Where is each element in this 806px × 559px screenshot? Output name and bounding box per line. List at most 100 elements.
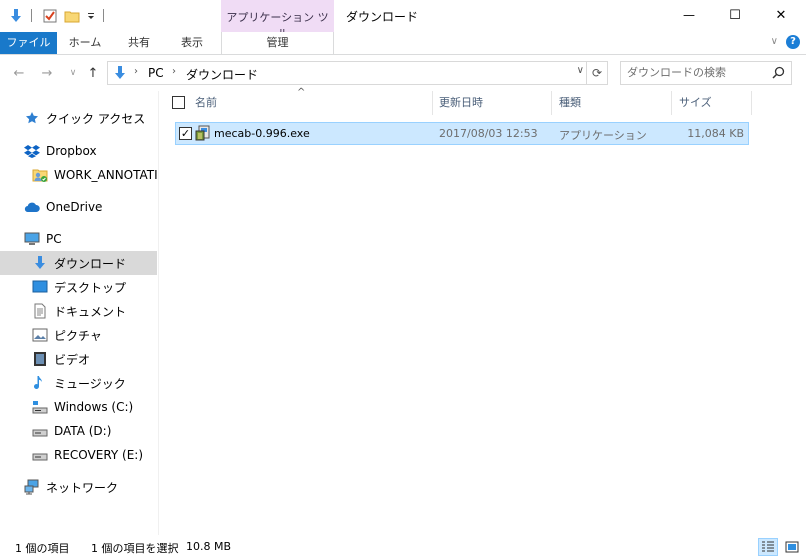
up-button[interactable]: ↑ — [84, 64, 102, 82]
search-input[interactable] — [627, 66, 767, 79]
minimize-icon: — — [683, 8, 695, 22]
nav-item-onedrive[interactable]: OneDrive — [0, 195, 157, 219]
tab-manage[interactable]: 管理 — [221, 32, 334, 54]
file-list: ✓ mecab-0.996.exe 2017/08/03 12:53 アプリケー… — [160, 120, 806, 520]
windows-drive-icon — [32, 399, 48, 415]
nav-item-desktop[interactable]: デスクトップ — [0, 275, 157, 299]
nav-item-label: DATA (D:) — [54, 424, 112, 438]
column-header-type[interactable]: 種類 — [559, 91, 669, 115]
maximize-icon: ☐ — [729, 7, 741, 23]
file-date: 2017/08/03 12:53 — [439, 127, 538, 140]
drive-icon — [32, 423, 48, 439]
nav-item-network[interactable]: ネットワーク — [0, 475, 157, 499]
selected-info: 1 個の項目を選択 — [91, 542, 179, 555]
file-row[interactable]: ✓ mecab-0.996.exe 2017/08/03 12:53 アプリケー… — [175, 122, 749, 145]
drive-icon — [32, 447, 48, 463]
tab-file[interactable]: ファイル — [0, 32, 57, 54]
breadcrumb-separator[interactable]: › — [172, 66, 176, 77]
nav-item-label: ミュージック — [54, 376, 126, 391]
maximize-button[interactable]: ☐ — [712, 0, 758, 30]
toolbar-separator — [31, 9, 32, 22]
window-title: ダウンロード — [346, 10, 419, 24]
details-view-icon — [762, 541, 774, 552]
properties-icon[interactable] — [40, 6, 60, 26]
nav-item-quick-access[interactable]: クイック アクセス — [0, 106, 157, 130]
column-header-name[interactable]: 名前 — [195, 91, 430, 115]
address-dropdown-icon[interactable]: ∨ — [577, 65, 584, 76]
nav-item-label: クイック アクセス — [46, 111, 146, 126]
tab-view[interactable]: 表示 — [170, 32, 214, 54]
breadcrumb-separator[interactable]: › — [134, 66, 138, 77]
column-headers: ^ 名前 更新日時 種類 サイズ — [160, 87, 806, 115]
file-name: mecab-0.996.exe — [214, 127, 310, 140]
nav-item-work-annotation[interactable]: WORK_ANNOTATIC — [0, 163, 157, 187]
nav-item-label: ビデオ — [54, 352, 91, 367]
music-icon — [32, 375, 48, 391]
shared-folder-icon — [32, 167, 48, 183]
forward-button[interactable]: → — [38, 64, 56, 82]
navigation-pane: クイック アクセス Dropbox WORK_ANNOTATIC OneDriv… — [0, 91, 159, 535]
recent-locations-button[interactable]: ∨ — [64, 64, 82, 82]
video-icon — [32, 351, 48, 367]
nav-item-label: ネットワーク — [46, 480, 119, 495]
nav-item-pictures[interactable]: ピクチャ — [0, 323, 157, 347]
nav-item-pc[interactable]: PC — [0, 227, 157, 251]
document-icon — [32, 303, 48, 319]
nav-item-label: デスクトップ — [54, 280, 127, 295]
column-divider[interactable] — [551, 91, 552, 115]
customize-toolbar-icon[interactable] — [84, 6, 98, 26]
select-all-checkbox[interactable] — [172, 96, 185, 109]
nav-item-data-d[interactable]: DATA (D:) — [0, 419, 157, 443]
nav-item-label: WORK_ANNOTATIC — [54, 168, 157, 182]
nav-item-videos[interactable]: ビデオ — [0, 347, 157, 371]
nav-item-label: RECOVERY (E:) — [54, 448, 144, 462]
installer-icon — [195, 125, 211, 144]
row-checkbox[interactable]: ✓ — [179, 127, 192, 140]
breadcrumb-pc[interactable]: PC — [148, 66, 164, 80]
checkmark-icon: ✓ — [180, 127, 191, 140]
large-icons-view-button[interactable] — [782, 538, 802, 556]
selected-size: 10.8 MB — [186, 540, 232, 553]
new-folder-icon[interactable] — [62, 6, 82, 26]
nav-item-label: ダウンロード — [54, 256, 127, 271]
address-bar[interactable]: › PC › ダウンロード ∨ — [107, 61, 587, 85]
nav-item-windows-c[interactable]: Windows (C:) — [0, 395, 157, 419]
column-divider[interactable] — [432, 91, 433, 115]
nav-item-label: Dropbox — [46, 144, 97, 158]
help-icon[interactable]: ? — [786, 35, 800, 49]
minimize-button[interactable]: — — [666, 0, 712, 30]
search-box[interactable] — [620, 61, 792, 85]
column-divider[interactable] — [671, 91, 672, 115]
desktop-icon — [32, 279, 48, 295]
column-header-size[interactable]: サイズ — [679, 91, 749, 115]
nav-item-music[interactable]: ミュージック — [0, 371, 157, 395]
details-view-button[interactable] — [758, 538, 778, 556]
back-button[interactable]: ← — [10, 64, 28, 82]
nav-item-label: PC — [46, 232, 62, 246]
breadcrumb-downloads[interactable]: ダウンロード — [186, 66, 258, 83]
ribbon-tabs: ファイル ホーム 共有 表示 管理 ∨ ? — [0, 32, 806, 55]
search-icon[interactable] — [772, 66, 785, 82]
nav-item-label: ドキュメント — [54, 304, 127, 319]
file-type: アプリケーション — [559, 129, 647, 142]
tab-share[interactable]: 共有 — [118, 32, 160, 54]
tab-home[interactable]: ホーム — [63, 32, 107, 54]
download-arrow-icon — [112, 65, 128, 84]
nav-item-recovery-e[interactable]: RECOVERY (E:) — [0, 443, 157, 467]
column-header-date[interactable]: 更新日時 — [439, 91, 549, 115]
computer-icon — [24, 231, 40, 247]
nav-item-documents[interactable]: ドキュメント — [0, 299, 157, 323]
large-icons-view-icon — [785, 541, 799, 553]
nav-item-dropbox[interactable]: Dropbox — [0, 139, 157, 163]
close-icon: ✕ — [775, 7, 787, 23]
close-button[interactable]: ✕ — [758, 0, 804, 30]
navigation-bar: ← → ∨ ↑ › PC › ダウンロード ∨ ⟳ — [0, 55, 806, 91]
context-tab-group: アプリケーション ツール — [221, 0, 334, 40]
refresh-button[interactable]: ⟳ — [587, 61, 608, 85]
dropbox-icon — [24, 143, 40, 159]
status-bar: 1 個の項目 1 個の項目を選択 10.8 MB — [0, 535, 806, 559]
nav-item-downloads[interactable]: ダウンロード — [0, 251, 157, 275]
column-divider[interactable] — [751, 91, 752, 115]
expand-ribbon-icon[interactable]: ∨ — [771, 36, 778, 47]
nav-item-label: Windows (C:) — [54, 400, 134, 414]
